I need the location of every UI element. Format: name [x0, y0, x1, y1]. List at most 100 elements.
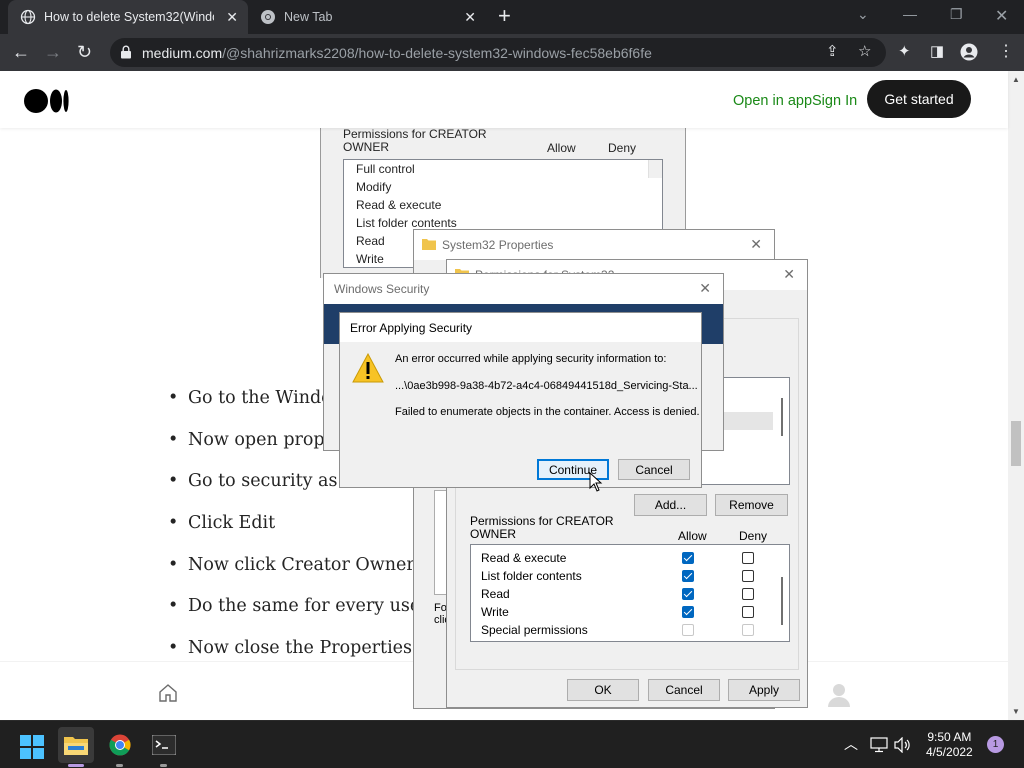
- window-titlebar: Windows Security ✕: [324, 274, 723, 304]
- medium-logo[interactable]: [24, 89, 70, 113]
- network-icon[interactable]: [870, 737, 888, 753]
- list-item: Modify: [356, 180, 392, 194]
- tab-search-icon[interactable]: ⌄: [857, 6, 869, 23]
- back-button[interactable]: ←: [12, 42, 30, 62]
- perm-label: Permissions for CREATOR OWNER: [470, 514, 614, 541]
- star-icon[interactable]: ☆: [858, 44, 871, 60]
- deny-checkbox[interactable]: [742, 570, 754, 582]
- profile-icon[interactable]: [960, 43, 978, 61]
- error-line-3: Failed to enumerate objects in the conta…: [395, 406, 700, 418]
- perm-row-label: Special permissions: [481, 623, 588, 637]
- deny-checkbox: [742, 624, 754, 636]
- list-item: Do the same for every user: [168, 596, 431, 638]
- url-host: medium.com: [142, 45, 223, 61]
- list-item: Read & execute: [356, 198, 442, 212]
- close-icon[interactable]: ✕: [750, 236, 762, 253]
- tab-title: How to delete System32(Windows: [44, 10, 214, 24]
- windows-start-icon[interactable]: [20, 735, 44, 759]
- allow-header: Allow: [678, 529, 707, 543]
- clock-date: 4/5/2022: [926, 745, 973, 759]
- apply-button[interactable]: Apply: [728, 679, 800, 701]
- list-scrollbar: [781, 398, 783, 436]
- cancel-button[interactable]: Cancel: [618, 459, 690, 480]
- close-window-button[interactable]: ✕: [995, 6, 1008, 26]
- windows-taskbar: ︿ 9:50 AM 4/5/2022: [0, 720, 1024, 768]
- allow-checkbox[interactable]: [682, 588, 694, 600]
- window-title: System32 Properties: [442, 238, 554, 252]
- close-icon[interactable]: ✕: [783, 266, 795, 283]
- perm-table: Read & execute List folder contents Read…: [470, 544, 790, 642]
- list-item: Click Edit: [168, 513, 431, 555]
- table-scrollbar: [781, 577, 783, 625]
- deny-checkbox[interactable]: [742, 552, 754, 564]
- warning-icon: [352, 353, 384, 383]
- scroll-up-icon[interactable]: ▲: [1012, 75, 1020, 84]
- scroll-down-icon[interactable]: ▼: [1012, 707, 1020, 716]
- restore-button[interactable]: ❐: [950, 6, 963, 23]
- close-icon[interactable]: ✕: [226, 9, 238, 26]
- perm-row-label: Write: [481, 605, 509, 619]
- window-titlebar: System32 Properties ✕: [414, 230, 774, 260]
- ok-button[interactable]: OK: [567, 679, 639, 701]
- allow-checkbox[interactable]: [682, 552, 694, 564]
- list-scrollbar: [648, 160, 662, 178]
- deny-header: Deny: [608, 141, 637, 155]
- menu-kebab-icon[interactable]: ⋮: [998, 44, 1014, 60]
- new-tab-button[interactable]: +: [498, 5, 511, 27]
- allow-checkbox[interactable]: [682, 606, 694, 618]
- terminal-taskbar-button[interactable]: [146, 727, 182, 767]
- tab-medium-article[interactable]: How to delete System32(Windows ✕: [8, 0, 248, 34]
- user-avatar-icon[interactable]: [828, 683, 850, 707]
- chrome-icon: [109, 734, 131, 756]
- window-title: Windows Security: [334, 282, 430, 296]
- get-started-button[interactable]: Get started: [867, 80, 971, 118]
- tab-title: New Tab: [284, 10, 333, 24]
- page-scrollbar[interactable]: ▲ ▼: [1008, 71, 1024, 720]
- folder-icon: [422, 239, 436, 250]
- browser-tab-strip: How to delete System32(Windows ✕ New Tab…: [0, 0, 1024, 34]
- file-explorer-icon: [64, 737, 88, 755]
- window-title: Error Applying Security: [350, 321, 473, 335]
- open-in-app-link[interactable]: Open in appSign In: [733, 93, 857, 109]
- close-icon[interactable]: ✕: [699, 280, 711, 297]
- running-indicator: [116, 764, 123, 767]
- notification-badge[interactable]: 1: [987, 736, 1004, 753]
- tab-new-tab[interactable]: New Tab ✕: [250, 0, 488, 34]
- deny-checkbox[interactable]: [742, 606, 754, 618]
- list-item: Full control: [356, 162, 415, 176]
- chrome-taskbar-button[interactable]: [102, 727, 138, 767]
- close-icon[interactable]: ✕: [464, 9, 476, 26]
- perm-row-label: Read: [481, 587, 510, 601]
- sign-in-link[interactable]: Sign In: [812, 93, 857, 109]
- home-icon[interactable]: [158, 683, 178, 703]
- perm-row-label: Read & execute: [481, 551, 567, 565]
- running-indicator: [160, 764, 167, 767]
- file-explorer-taskbar-button[interactable]: [58, 727, 94, 767]
- minimize-button[interactable]: —: [903, 6, 917, 22]
- error-line-1: An error occurred while applying securit…: [395, 353, 667, 365]
- side-panel-icon[interactable]: ◨: [930, 44, 944, 60]
- deny-checkbox[interactable]: [742, 588, 754, 600]
- error-path: ...\0ae3b998-9a38-4b72-a4c4-06849441518d…: [395, 380, 698, 392]
- clock-time: 9:50 AM: [927, 730, 972, 744]
- allow-checkbox[interactable]: [682, 570, 694, 582]
- remove-button[interactable]: Remove: [715, 494, 788, 516]
- chevron-up-icon[interactable]: ︿: [844, 734, 858, 768]
- volume-icon[interactable]: [894, 737, 912, 753]
- forward-button[interactable]: →: [44, 42, 62, 62]
- cancel-button[interactable]: Cancel: [648, 679, 720, 701]
- scrollbar-thumb[interactable]: [1011, 421, 1021, 466]
- url-path: /@shahrizmarks2208/how-to-delete-system3…: [222, 45, 652, 61]
- taskbar-clock[interactable]: 9:50 AM 4/5/2022: [926, 730, 973, 760]
- perm-row-label: List folder contents: [481, 569, 582, 583]
- allow-header: Allow: [547, 141, 576, 155]
- reload-button[interactable]: ↻: [77, 42, 92, 62]
- extensions-icon[interactable]: ✦: [898, 44, 911, 60]
- address-bar[interactable]: medium.com/@shahrizmarks2208/how-to-dele…: [110, 38, 886, 67]
- url-text: medium.com/@shahrizmarks2208/how-to-dele…: [142, 45, 652, 61]
- active-indicator: [68, 764, 84, 767]
- add-button[interactable]: Add...: [634, 494, 707, 516]
- list-item: Now click Creator Owner a: [168, 555, 431, 597]
- share-icon[interactable]: ⇪: [826, 44, 839, 60]
- terminal-icon: [152, 735, 176, 755]
